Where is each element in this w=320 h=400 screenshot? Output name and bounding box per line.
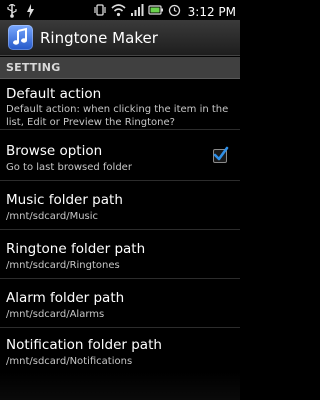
status-time: 3:12 PM: [187, 4, 236, 19]
pref-summary: /mnt/sdcard/Music: [6, 211, 99, 222]
signal-icon: [130, 2, 144, 21]
pref-summary: /mnt/sdcard/Alarms: [6, 309, 105, 320]
pref-summary: Default action: when clicking the item i…: [6, 104, 229, 115]
pref-title: Notification folder path: [6, 337, 162, 353]
pref-notification-folder-path[interactable]: Notification folder path /mnt/sdcard/Not…: [0, 329, 240, 373]
app-title: Ringtone Maker: [40, 29, 158, 47]
pref-title: Alarm folder path: [6, 290, 125, 306]
bottom-area: [0, 372, 240, 400]
pref-alarm-folder-path[interactable]: Alarm folder path /mnt/sdcard/Alarms: [0, 280, 240, 328]
pref-title: Default action: [6, 86, 102, 102]
pref-summary: /mnt/sdcard/Notifications: [6, 356, 133, 367]
pref-default-action[interactable]: Default action Default action: when clic…: [0, 80, 240, 130]
music-note-icon: [8, 25, 33, 50]
section-header-label: SETTING: [6, 61, 61, 74]
wifi-icon: [111, 2, 126, 21]
status-right-icons: 3:12 PM: [93, 2, 236, 21]
alarm-icon: [168, 2, 181, 21]
pref-browse-option[interactable]: Browse option Go to last browsed folder: [0, 133, 240, 181]
vibrate-icon: [93, 2, 107, 21]
pref-music-folder-path[interactable]: Music folder path /mnt/sdcard/Music: [0, 182, 240, 230]
pref-title: Browse option: [6, 143, 103, 159]
battery-icon: [148, 2, 164, 21]
checkmark-icon: [213, 145, 229, 167]
browse-option-checkbox[interactable]: [213, 146, 229, 163]
section-header: SETTING: [0, 57, 240, 79]
pref-ringtone-folder-path[interactable]: Ringtone folder path /mnt/sdcard/Rington…: [0, 231, 240, 279]
pref-summary: list, Edit or Preview the Ringtone?: [6, 117, 175, 128]
pref-summary: Go to last browsed folder: [6, 162, 132, 173]
pref-summary: /mnt/sdcard/Ringtones: [6, 260, 120, 271]
pref-title: Ringtone folder path: [6, 241, 146, 257]
status-bar: 3:12 PM: [0, 0, 240, 20]
pref-title: Music folder path: [6, 192, 123, 208]
app-title-bar: Ringtone Maker: [0, 20, 240, 56]
